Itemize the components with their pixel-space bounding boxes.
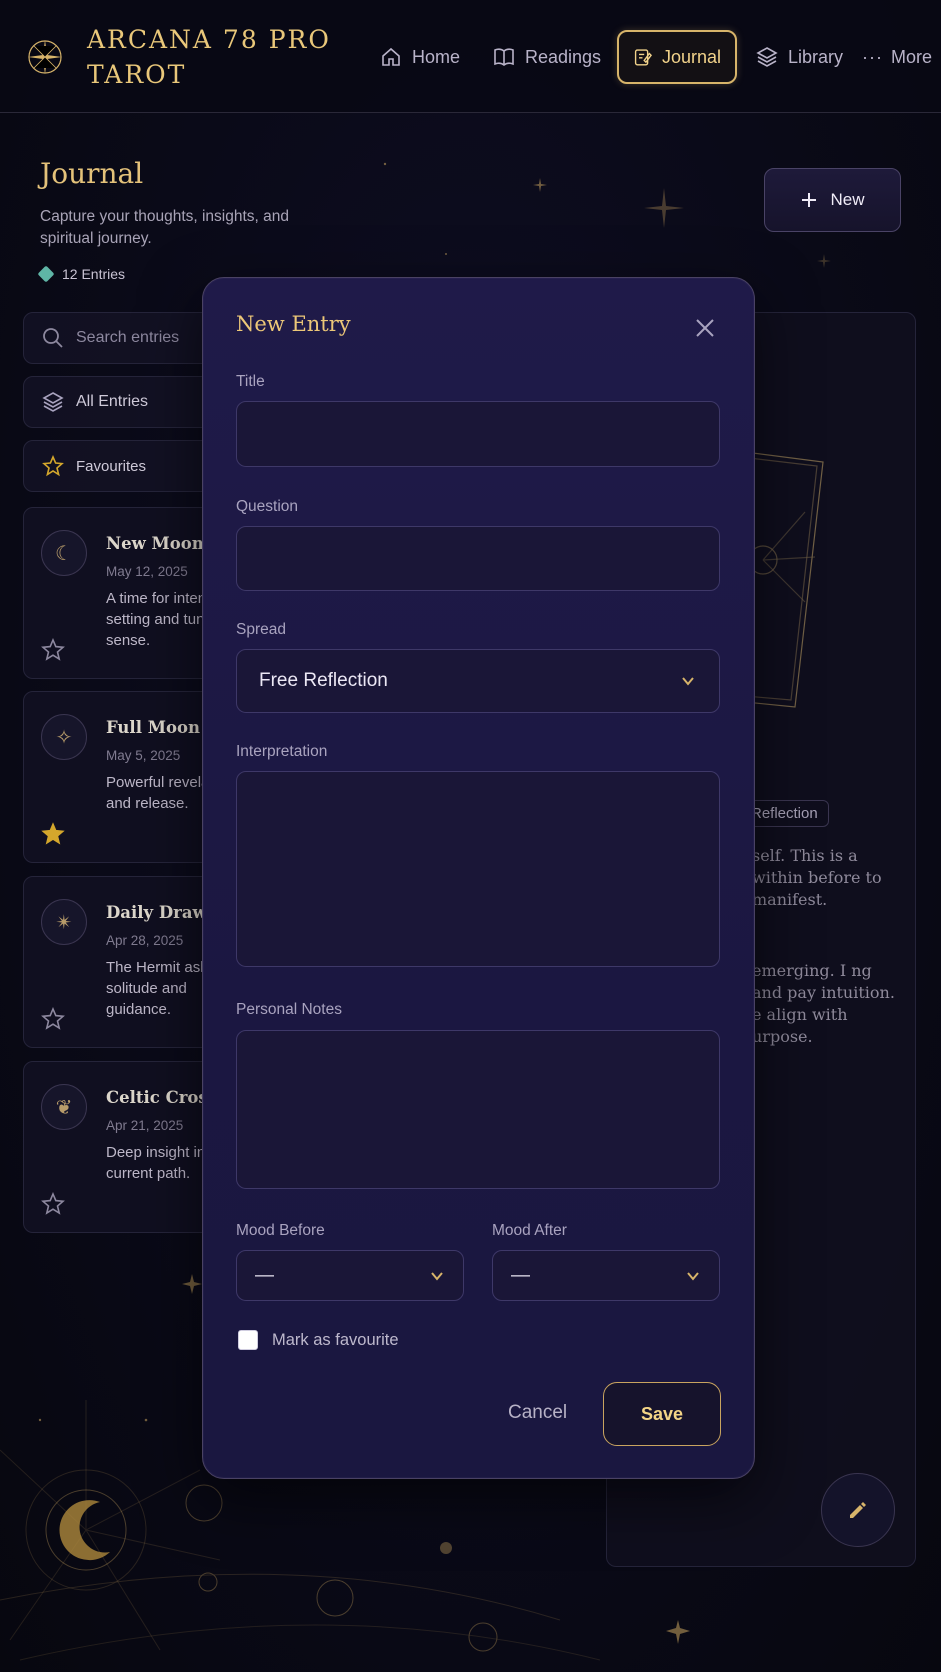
pencil-icon — [850, 1502, 866, 1518]
new-entry-button[interactable]: New — [764, 168, 901, 232]
detail-paragraph: emerging. I ng and pay intuition. e alig… — [752, 961, 895, 1046]
cancel-button[interactable]: Cancel — [508, 1402, 567, 1424]
chevron-down-icon — [687, 1271, 699, 1281]
moon-icon: ☾ — [41, 530, 87, 576]
home-icon — [382, 47, 400, 66]
nav-library[interactable]: Library — [756, 30, 843, 84]
entries-count-label: 12 Entries — [62, 266, 126, 282]
close-icon[interactable] — [693, 316, 717, 340]
mood-before-value: — — [255, 1264, 274, 1286]
star-outline-icon[interactable] — [41, 1007, 65, 1031]
favourite-checkbox[interactable] — [238, 1330, 258, 1350]
title-field-label: Title — [236, 373, 265, 390]
gem-icon — [37, 265, 55, 283]
sparkle-icon: ✧ — [41, 714, 87, 760]
journal-icon — [634, 49, 652, 66]
app-brand-title[interactable]: ARCANA 78 PRO TAROT — [87, 22, 347, 92]
mood-after-value: — — [511, 1264, 530, 1286]
detail-paragraph: self. This is a within before to manifes… — [752, 846, 882, 909]
nav-home[interactable]: Home — [380, 30, 460, 84]
star-outline-icon[interactable] — [41, 638, 65, 662]
search-input[interactable]: Search entries — [23, 312, 223, 364]
spread-select[interactable]: Free Reflection — [236, 649, 720, 713]
layers-icon — [756, 47, 778, 67]
entries-count-badge: 12 Entries — [37, 265, 126, 283]
filter-all-entries[interactable]: All Entries — [23, 376, 223, 428]
nav-journal-label: Journal — [661, 46, 721, 67]
star-outline-icon[interactable] — [41, 1192, 65, 1216]
question-field-label: Question — [236, 498, 299, 515]
title-field[interactable] — [236, 401, 720, 467]
nav-library-label: Library — [788, 46, 844, 67]
entry-card[interactable]: ✧ Full Moon Release May 5, 2025 Powerful… — [23, 691, 223, 863]
page-subtitle: Capture your thoughts, insights, and spi… — [40, 208, 290, 247]
nav-more[interactable]: ··· More — [862, 30, 932, 84]
entry-date: May 12, 2025 — [106, 564, 188, 579]
filter-favourites[interactable]: Favourites — [23, 440, 223, 492]
chevron-down-icon — [431, 1271, 443, 1281]
save-button[interactable]: Save — [603, 1382, 721, 1446]
entry-date: Apr 28, 2025 — [106, 933, 184, 948]
mood-after-label: Mood After — [492, 1222, 567, 1239]
personal-notes-field[interactable] — [236, 1030, 720, 1189]
edit-entry-button[interactable] — [821, 1473, 895, 1547]
entry-date: May 5, 2025 — [106, 748, 181, 763]
layers-icon — [42, 392, 64, 412]
favourite-checkbox-label[interactable]: Mark as favourite — [272, 1331, 399, 1350]
top-navigation-bar: ARCANA 78 PRO TAROT Home Readings Journa… — [0, 0, 941, 113]
entry-card[interactable]: ✴ Daily Draw Hermit Apr 28, 2025 The Her… — [23, 876, 223, 1048]
search-placeholder: Search entries — [76, 329, 180, 346]
modal-title: New Entry — [236, 312, 351, 336]
new-entry-button-label: New — [830, 190, 865, 209]
book-icon — [494, 48, 514, 66]
mood-after-select[interactable]: — — [492, 1250, 720, 1301]
nav-journal[interactable]: Journal — [617, 30, 737, 84]
star-filled-icon[interactable] — [41, 822, 65, 846]
chevron-down-icon — [682, 677, 694, 686]
interpretation-field-label: Interpretation — [236, 743, 328, 760]
nav-readings-label: Readings — [525, 46, 602, 67]
spread-field-label: Spread — [236, 621, 286, 638]
filter-favourites-label: Favourites — [76, 457, 147, 475]
entry-card[interactable]: ❦ Celtic Cross Spread Apr 21, 2025 Deep … — [23, 1061, 223, 1233]
page-title: Journal — [40, 157, 144, 190]
wand-icon: ✴ — [41, 899, 87, 945]
compass-star-logo-icon — [28, 40, 62, 74]
notes-field-label: Personal Notes — [236, 1001, 342, 1018]
filter-all-entries-label: All Entries — [76, 393, 149, 410]
nav-readings[interactable]: Readings — [493, 30, 601, 84]
new-entry-modal: New Entry Title Question Spread Free Ref… — [202, 277, 755, 1479]
more-dots-icon: ··· — [862, 46, 883, 67]
lotus-icon: ❦ — [41, 1084, 87, 1130]
search-icon — [43, 328, 63, 348]
mood-before-select[interactable]: — — [236, 1250, 464, 1301]
tarot-card-illustration-icon — [745, 452, 824, 708]
nav-home-label: Home — [412, 46, 461, 67]
mood-before-label: Mood Before — [236, 1222, 325, 1239]
entry-date: Apr 21, 2025 — [106, 1118, 184, 1133]
entry-card[interactable]: ☾ New Moon Reflection May 12, 2025 A tim… — [23, 507, 223, 679]
star-icon — [42, 455, 64, 477]
interpretation-field[interactable] — [236, 771, 720, 967]
nav-more-label: More — [890, 46, 932, 67]
spread-select-value: Free Reflection — [259, 670, 388, 691]
question-field[interactable] — [236, 526, 720, 591]
plus-icon — [802, 193, 817, 207]
